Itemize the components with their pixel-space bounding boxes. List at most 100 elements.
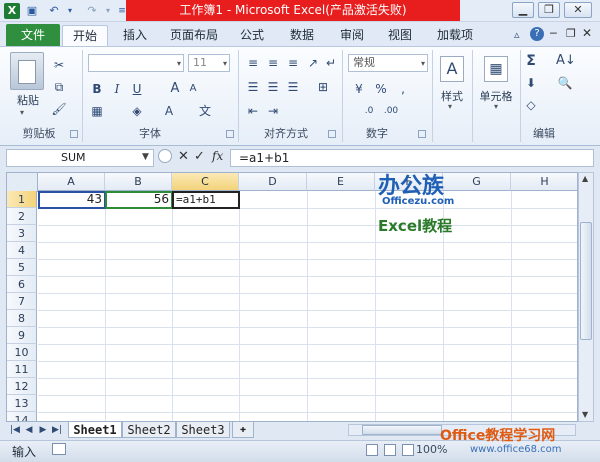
row-header-14[interactable]: 14 xyxy=(7,412,37,421)
ribbon-minimize-icon[interactable]: ▵ xyxy=(514,28,520,41)
tab-view[interactable]: 视图 xyxy=(380,25,420,46)
autosum-icon[interactable]: Σ xyxy=(522,52,540,70)
tab-data[interactable]: 数据 xyxy=(282,25,322,46)
clipboard-launcher-icon[interactable] xyxy=(70,130,78,138)
save-icon[interactable]: ▣ xyxy=(24,3,40,19)
column-header-h[interactable]: H xyxy=(511,173,577,191)
styles-dropdown-icon[interactable]: ▾ xyxy=(448,102,452,111)
formula-input[interactable]: =a1+b1 xyxy=(230,149,594,167)
align-center-icon[interactable]: ☰ xyxy=(264,78,282,96)
insert-function-icon[interactable]: fx xyxy=(212,149,223,163)
tab-page-layout[interactable]: 页面布局 xyxy=(164,25,224,46)
scrollbar-thumb[interactable] xyxy=(580,222,592,340)
page-layout-view-icon[interactable] xyxy=(384,444,396,456)
worksheet-grid[interactable]: A B C D E F G H 1 2 3 4 5 6 7 8 9 10 11 … xyxy=(6,172,578,422)
column-header-d[interactable]: D xyxy=(239,173,307,191)
tab-insert[interactable]: 插入 xyxy=(116,25,154,46)
format-painter-icon[interactable]: 🖌 xyxy=(50,100,68,118)
row-header-11[interactable]: 11 xyxy=(7,361,37,378)
phonetic-icon[interactable]: 文 xyxy=(196,102,214,120)
row-header-7[interactable]: 7 xyxy=(7,293,37,310)
tab-review[interactable]: 审阅 xyxy=(332,25,372,46)
name-box-dropdown-icon[interactable]: ▼ xyxy=(142,152,149,162)
number-launcher-icon[interactable] xyxy=(418,130,426,138)
tab-home[interactable]: 开始 xyxy=(62,25,108,46)
increase-font-icon[interactable]: A xyxy=(166,80,184,98)
italic-button[interactable]: I xyxy=(108,80,126,98)
decrease-font-icon[interactable]: A xyxy=(184,80,202,98)
row-header-3[interactable]: 3 xyxy=(7,225,37,242)
sheet-tab-1[interactable]: Sheet1 xyxy=(68,422,122,438)
first-sheet-icon[interactable]: |◀ xyxy=(10,424,20,436)
wrap-text-icon[interactable]: ↵ xyxy=(322,54,340,72)
sheet-tab-3[interactable]: Sheet3 xyxy=(176,422,230,438)
scroll-down-icon[interactable]: ▼ xyxy=(582,410,588,419)
cell-c1[interactable]: =a1+b1 xyxy=(173,191,239,208)
sort-filter-icon[interactable]: A↓ xyxy=(556,52,576,70)
doc-minimize-icon[interactable]: ─ xyxy=(550,27,557,40)
minimize-button[interactable]: ▁ xyxy=(512,2,534,18)
tab-file[interactable]: 文件 xyxy=(6,24,60,46)
restore-button[interactable]: ❐ xyxy=(538,2,560,18)
row-header-1[interactable]: 1 xyxy=(7,191,37,208)
cell-b1[interactable]: 56 xyxy=(105,191,172,208)
decrease-indent-icon[interactable]: ⇤ xyxy=(244,102,262,120)
row-header-12[interactable]: 12 xyxy=(7,378,37,395)
tab-formulas[interactable]: 公式 xyxy=(232,25,272,46)
sheet-tab-2[interactable]: Sheet2 xyxy=(122,422,176,438)
increase-indent-icon[interactable]: ⇥ xyxy=(264,102,282,120)
underline-button[interactable]: U xyxy=(128,80,146,98)
row-header-10[interactable]: 10 xyxy=(7,344,37,361)
next-sheet-icon[interactable]: ▶ xyxy=(38,424,48,436)
enter-icon[interactable]: ✓ xyxy=(194,149,205,164)
column-header-c[interactable]: C xyxy=(172,173,239,191)
copy-icon[interactable]: ⧉ xyxy=(50,78,68,96)
find-select-icon[interactable]: 🔍 xyxy=(556,74,574,92)
merge-center-icon[interactable]: ⊞ xyxy=(314,78,332,96)
fill-color-icon[interactable]: ◈ xyxy=(128,102,146,120)
column-header-e[interactable]: E xyxy=(307,173,375,191)
paste-button[interactable]: 粘贴 xyxy=(14,92,42,108)
clear-icon[interactable]: ◇ xyxy=(522,96,540,114)
decrease-decimal-icon[interactable]: .00 xyxy=(382,102,400,120)
row-header-8[interactable]: 8 xyxy=(7,310,37,327)
styles-icon[interactable]: A xyxy=(440,56,464,82)
insert-sheet-icon[interactable]: ✚ xyxy=(232,422,254,438)
normal-view-icon[interactable] xyxy=(366,444,378,456)
row-header-4[interactable]: 4 xyxy=(7,242,37,259)
tab-addins[interactable]: 加载项 xyxy=(430,25,480,46)
align-bottom-icon[interactable]: ≡ xyxy=(284,54,302,72)
borders-icon[interactable]: ▦ xyxy=(88,102,106,120)
column-header-g[interactable]: G xyxy=(443,173,511,191)
font-name-combo[interactable]: ▾ xyxy=(88,54,184,72)
close-button[interactable]: ✕ xyxy=(564,2,592,18)
help-icon[interactable]: ? xyxy=(530,27,544,41)
row-header-2[interactable]: 2 xyxy=(7,208,37,225)
column-header-b[interactable]: B xyxy=(105,173,172,191)
alignment-launcher-icon[interactable] xyxy=(328,130,336,138)
number-format-combo[interactable]: 常规 ▾ xyxy=(348,54,428,72)
macro-record-icon[interactable] xyxy=(52,443,66,455)
excel-icon[interactable]: X xyxy=(4,3,20,19)
row-header-13[interactable]: 13 xyxy=(7,395,37,412)
font-color-icon[interactable]: A xyxy=(160,102,178,120)
fill-icon[interactable]: ⬇ xyxy=(522,74,540,92)
align-top-icon[interactable]: ≡ xyxy=(244,54,262,72)
row-header-9[interactable]: 9 xyxy=(7,327,37,344)
paste-icon[interactable] xyxy=(10,52,44,90)
cells-dropdown-icon[interactable]: ▾ xyxy=(494,102,498,111)
cancel-icon[interactable]: ✕ xyxy=(178,149,189,164)
doc-restore-icon[interactable]: ❐ xyxy=(566,27,576,40)
align-left-icon[interactable]: ☰ xyxy=(244,78,262,96)
increase-decimal-icon[interactable]: .0 xyxy=(360,102,378,120)
horizontal-scrollbar-thumb[interactable] xyxy=(362,425,442,435)
comma-style-icon[interactable]: , xyxy=(394,80,412,98)
redo-icon[interactable]: ↷ xyxy=(84,3,100,19)
percent-icon[interactable]: % xyxy=(372,80,390,98)
bold-button[interactable]: B xyxy=(88,80,106,98)
name-box[interactable]: SUM xyxy=(6,149,154,167)
paste-dropdown-icon[interactable]: ▾ xyxy=(20,108,24,117)
undo-icon[interactable]: ↶ xyxy=(46,3,62,19)
select-all-corner[interactable] xyxy=(7,173,38,192)
undo-dropdown-icon[interactable]: ▾ xyxy=(62,3,78,19)
